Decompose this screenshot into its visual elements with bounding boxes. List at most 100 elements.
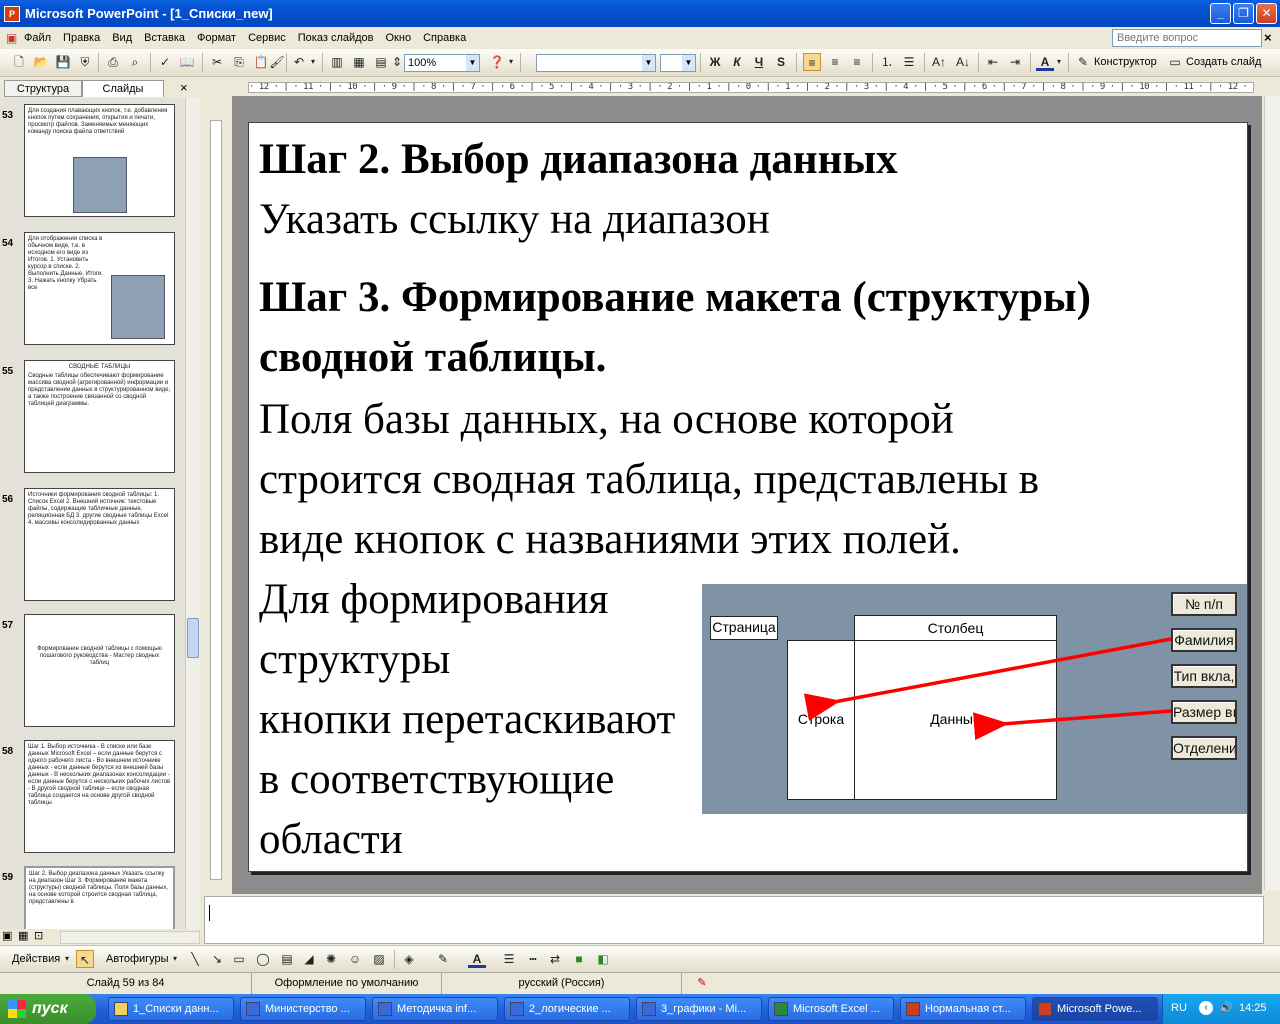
cut-icon[interactable]: ✂	[208, 53, 226, 71]
designer-icon[interactable]: ✎	[1074, 53, 1092, 71]
taskbar-item[interactable]: Microsoft Excel ...	[768, 997, 894, 1021]
notes-pane[interactable]	[204, 896, 1264, 944]
arrow-style-icon[interactable]: ⇄	[546, 950, 564, 968]
taskbar-item[interactable]: 1_Списки данн...	[108, 997, 234, 1021]
menu-insert[interactable]: Вставка	[138, 27, 191, 49]
rectangle-icon[interactable]: ▭	[230, 950, 248, 968]
italic-button[interactable]: К	[728, 53, 746, 71]
actions-menu[interactable]: Действия	[12, 950, 60, 968]
font-size-select[interactable]: ▼	[660, 54, 696, 72]
fill-color-icon[interactable]: ◈	[400, 950, 418, 968]
slide-thumbnail[interactable]: Для отображения списка в обычном виде, т…	[24, 232, 175, 345]
new-slide-button[interactable]: Создать слайд	[1186, 53, 1261, 71]
taskbar-item-active[interactable]: Microsoft Powe...	[1032, 997, 1158, 1021]
taskbar-item[interactable]: Методичка inf...	[372, 997, 498, 1021]
normal-view-icon[interactable]: ▣	[2, 929, 12, 942]
taskbar-item[interactable]: 2_логические ...	[504, 997, 630, 1021]
menu-edit[interactable]: Правка	[57, 27, 106, 49]
font-color-icon[interactable]: A	[1036, 53, 1054, 71]
zoom-select[interactable]: 100% ▼	[404, 54, 480, 72]
print-preview-icon[interactable]: ⌕	[126, 53, 144, 71]
taskbar-item[interactable]: Министерство ...	[240, 997, 366, 1021]
close-pane-icon[interactable]: ×	[180, 80, 188, 95]
undo-icon[interactable]: ↶	[290, 53, 308, 71]
arrow-icon[interactable]: ↘	[208, 950, 226, 968]
slide-thumbnail[interactable]: Источники формирования сводной таблицы: …	[24, 488, 175, 601]
menu-window[interactable]: Окно	[380, 27, 418, 49]
autoshapes-menu[interactable]: Автофигуры	[106, 950, 169, 968]
thumbnail-scrollbar[interactable]	[185, 98, 200, 930]
line-style-icon[interactable]: ☰	[500, 950, 518, 968]
align-right-icon[interactable]: ≡	[848, 53, 866, 71]
designer-button[interactable]: Конструктор	[1094, 53, 1157, 71]
bullets-icon[interactable]: ☰	[900, 53, 918, 71]
line-icon[interactable]: ╲	[186, 950, 204, 968]
new-icon[interactable]: 🗋	[10, 53, 28, 71]
tab-slides[interactable]: Слайды	[82, 80, 164, 97]
spelling-status-icon[interactable]: ✎	[682, 973, 722, 994]
help-icon[interactable]: ❓	[488, 53, 506, 71]
shadow-style-icon[interactable]: ■	[570, 950, 588, 968]
print-icon[interactable]: ⎙	[104, 53, 122, 71]
maximize-button[interactable]: ❐	[1233, 3, 1254, 24]
menu-tools[interactable]: Сервис	[242, 27, 292, 49]
slide-thumbnail[interactable]: Формирование сводной таблицы с помощью п…	[24, 614, 175, 727]
underline-button[interactable]: Ч	[750, 53, 768, 71]
increase-indent-icon[interactable]: ⇥	[1006, 53, 1024, 71]
align-left-icon[interactable]: ≡	[803, 53, 821, 71]
increase-font-icon[interactable]: A↑	[930, 53, 948, 71]
help-search-input[interactable]: Введите вопрос	[1112, 29, 1262, 47]
undo-dropdown-icon[interactable]: ▾	[308, 53, 318, 71]
chevron-down-icon[interactable]: ▾	[62, 950, 72, 968]
minimize-button[interactable]: _	[1210, 3, 1231, 24]
menu-help[interactable]: Справка	[417, 27, 472, 49]
volume-icon[interactable]: 🔊	[1219, 1001, 1233, 1014]
menu-format[interactable]: Формат	[191, 27, 242, 49]
slide-thumbnail[interactable]: Шаг 1. Выбор источника - В списке или ба…	[24, 740, 175, 853]
slide-canvas[interactable]: Шаг 2. Выбор диапазона данных Указать сс…	[248, 122, 1248, 872]
font-select[interactable]: ▼	[536, 54, 656, 72]
dash-style-icon[interactable]: ┅	[524, 950, 542, 968]
research-icon[interactable]: 📖	[178, 53, 196, 71]
copy-icon[interactable]: ⎘	[230, 53, 248, 71]
menu-slideshow[interactable]: Показ слайдов	[292, 27, 380, 49]
document-icon[interactable]: ▣	[6, 31, 18, 45]
shadow-button[interactable]: S	[772, 53, 790, 71]
powerpoint-app-icon[interactable]: P	[4, 5, 20, 22]
slideshow-icon[interactable]: ⊡	[34, 929, 43, 942]
slide-sorter-icon[interactable]: ▦	[18, 929, 28, 942]
textbox-icon[interactable]: ▤	[278, 950, 296, 968]
slide-thumbnail[interactable]: Для создания плавающих кнопок, т.е. доба…	[24, 104, 175, 217]
chevron-down-icon[interactable]: ▾	[170, 950, 180, 968]
clipart-icon[interactable]: ☺	[346, 950, 364, 968]
horizontal-scrollbar[interactable]	[60, 931, 200, 944]
permission-icon[interactable]: ⛨	[76, 53, 94, 71]
drawing-font-color-icon[interactable]: A	[468, 950, 486, 968]
menu-view[interactable]: Вид	[106, 27, 138, 49]
slide-scrollbar[interactable]	[1264, 96, 1280, 890]
toolbar-options-icon[interactable]: ▾	[506, 53, 516, 71]
format-painter-icon[interactable]: 🖌	[268, 53, 286, 71]
oval-icon[interactable]: ◯	[254, 950, 272, 968]
tray-arrow-icon[interactable]: ‹	[1199, 1001, 1213, 1015]
3d-style-icon[interactable]: ◧	[594, 950, 612, 968]
open-icon[interactable]: 📂	[32, 53, 50, 71]
spelling-icon[interactable]: ✓	[156, 53, 174, 71]
slide-thumbnail-selected[interactable]: Шаг 2. Выбор диапазона данных Указать сс…	[24, 866, 175, 930]
line-color-icon[interactable]: ✎	[434, 950, 452, 968]
numbering-icon[interactable]: ⒈	[878, 53, 896, 71]
menu-file[interactable]: Файл	[18, 27, 57, 49]
slide-thumbnail[interactable]: СВОДНЫЕ ТАБЛИЦЫ Сводные таблицы обеспечи…	[24, 360, 175, 473]
new-slide-icon[interactable]: ▭	[1166, 53, 1184, 71]
document-close-icon[interactable]: ×	[1264, 30, 1272, 45]
tab-outline[interactable]: Структура	[4, 80, 82, 97]
picture-icon[interactable]: ▨	[370, 950, 388, 968]
bold-button[interactable]: Ж	[706, 53, 724, 71]
insert-table-icon[interactable]: ▦	[350, 53, 368, 71]
taskbar-item[interactable]: 3_графики - Mi...	[636, 997, 762, 1021]
font-color-dropdown-icon[interactable]: ▾	[1054, 53, 1064, 71]
scrollbar-thumb[interactable]	[187, 618, 199, 658]
select-pointer-icon[interactable]: ↖	[76, 950, 94, 968]
wordart-icon[interactable]: ◢	[300, 950, 318, 968]
save-icon[interactable]: 💾	[54, 53, 72, 71]
